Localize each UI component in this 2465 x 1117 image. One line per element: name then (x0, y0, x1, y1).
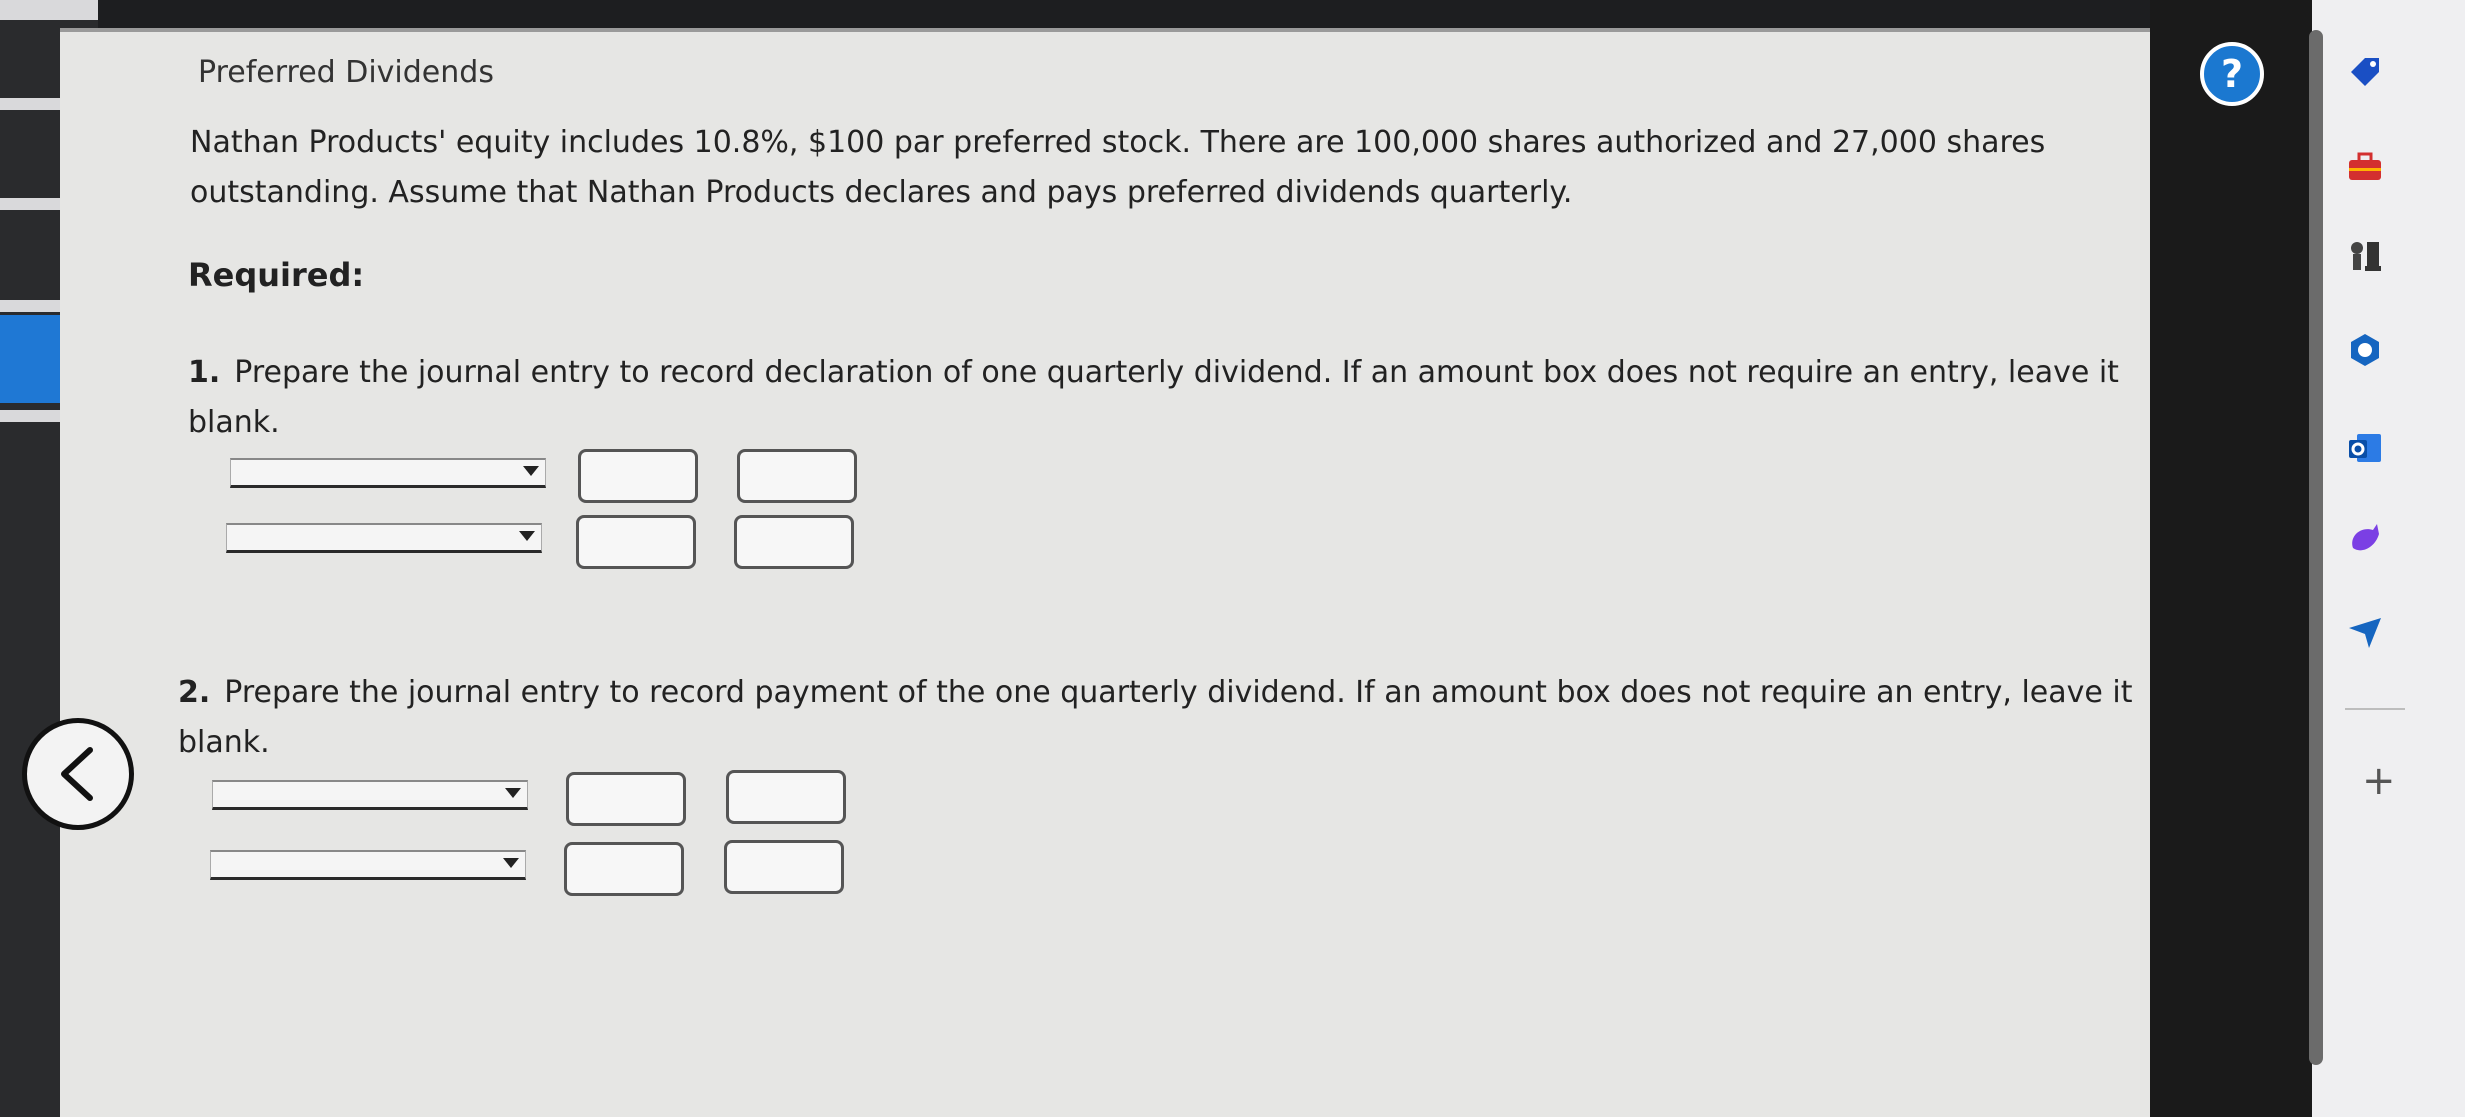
q2-account-select-2[interactable] (210, 850, 526, 880)
question-1: 1. Prepare the journal entry to record de… (188, 348, 2138, 448)
problem-title: Preferred Dividends (198, 55, 494, 90)
back-button[interactable] (22, 718, 134, 830)
q1-credit-input-2[interactable] (734, 515, 854, 569)
window-frame (2150, 0, 2232, 1117)
q1-debit-input-2[interactable] (576, 515, 696, 569)
q2-debit-input-1[interactable] (566, 772, 686, 826)
question-2-number: 2. (178, 675, 211, 710)
panel-top-border (60, 28, 2150, 32)
copilot-icon[interactable] (2345, 330, 2385, 370)
sidebar-dark-gutter (2232, 0, 2312, 1117)
problem-description: Nathan Products' equity includes 10.8%, … (190, 125, 2046, 210)
back-arrow-icon (61, 747, 93, 801)
scrollbar-thumb[interactable] (2309, 30, 2323, 1065)
question-2: 2. Prepare the journal entry to record pa… (178, 668, 2148, 768)
required-heading: Required: (188, 256, 365, 294)
chess-icon[interactable] (2345, 236, 2385, 276)
question-1-text: Prepare the journal entry to record decl… (188, 355, 2119, 440)
chevron-down-icon (519, 531, 535, 541)
q1-account-select-1[interactable] (230, 458, 546, 488)
outlook-icon[interactable] (2345, 428, 2385, 468)
chevron-down-icon (505, 788, 521, 798)
q2-debit-input-2[interactable] (564, 842, 684, 896)
question-panel: Preferred Dividends Nathan Products' equ… (60, 28, 2150, 1117)
tag-icon[interactable] (2345, 52, 2385, 92)
tab-bar (0, 0, 98, 20)
question-2-text: Prepare the journal entry to record paym… (178, 675, 2133, 760)
toolbox-icon[interactable] (2345, 146, 2385, 186)
q1-account-select-2[interactable] (226, 523, 542, 553)
q1-debit-input-1[interactable] (578, 449, 698, 503)
add-icon[interactable]: + (2362, 758, 2396, 804)
designer-icon[interactable] (2345, 518, 2385, 558)
help-icon: ? (2220, 52, 2244, 96)
question-1-number: 1. (188, 355, 221, 390)
sidebar-divider (2345, 708, 2405, 710)
help-button[interactable]: ? (2200, 42, 2264, 106)
q2-account-select-1[interactable] (212, 780, 528, 810)
q2-credit-input-1[interactable] (726, 770, 846, 824)
chevron-down-icon (503, 858, 519, 868)
q1-credit-input-1[interactable] (737, 449, 857, 503)
chevron-down-icon (523, 466, 539, 476)
q2-credit-input-2[interactable] (724, 840, 844, 894)
send-icon[interactable] (2345, 612, 2385, 652)
